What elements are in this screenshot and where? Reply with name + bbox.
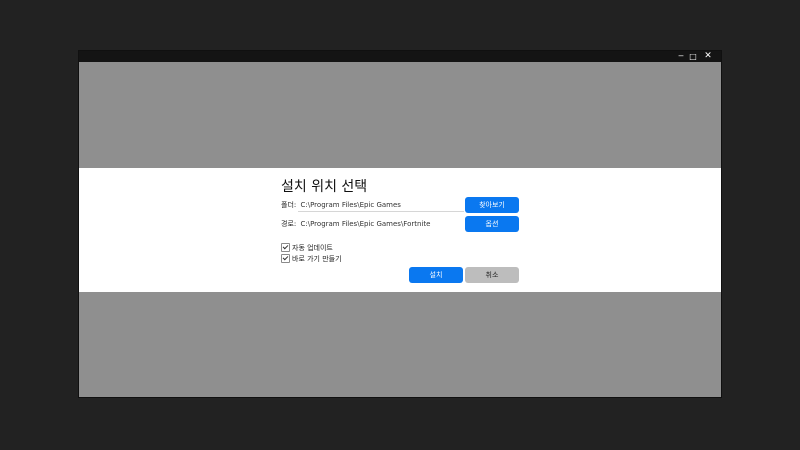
window-titlebar[interactable]: ‒ □ ✕ [79,51,721,62]
create-shortcut-label: 바로 가기 만들기 [292,255,342,263]
browse-button[interactable]: 찾아보기 [465,197,519,213]
path-row: 경로: C:\Program Files\Epic Games\Fortnite [281,217,430,231]
auto-update-label: 자동 업데이트 [292,244,333,252]
installer-window: ‒ □ ✕ 설치 위치 선택 폴더: 찾아보기 경로: C:\Program F… [79,51,721,397]
auto-update-option[interactable]: 자동 업데이트 [281,242,333,253]
path-label: 경로: [281,220,297,228]
folder-row: 폴더: [281,198,465,212]
auto-update-checkbox[interactable] [281,242,290,252]
install-button[interactable]: 설치 [409,267,463,283]
install-location-dialog: 설치 위치 선택 폴더: 찾아보기 경로: C:\Program Files\E… [79,168,721,292]
create-shortcut-checkbox[interactable] [281,253,290,263]
cancel-button[interactable]: 취소 [465,267,519,283]
path-value: C:\Program Files\Epic Games\Fortnite [300,220,431,228]
folder-label: 폴더: [281,201,297,209]
maximize-button[interactable]: □ [686,51,700,62]
dialog-title: 설치 위치 선택 [281,179,368,195]
folder-input[interactable] [298,198,465,212]
create-shortcut-option[interactable]: 바로 가기 만들기 [281,253,342,264]
close-button[interactable]: ✕ [701,51,715,62]
options-button[interactable]: 옵션 [465,216,519,232]
